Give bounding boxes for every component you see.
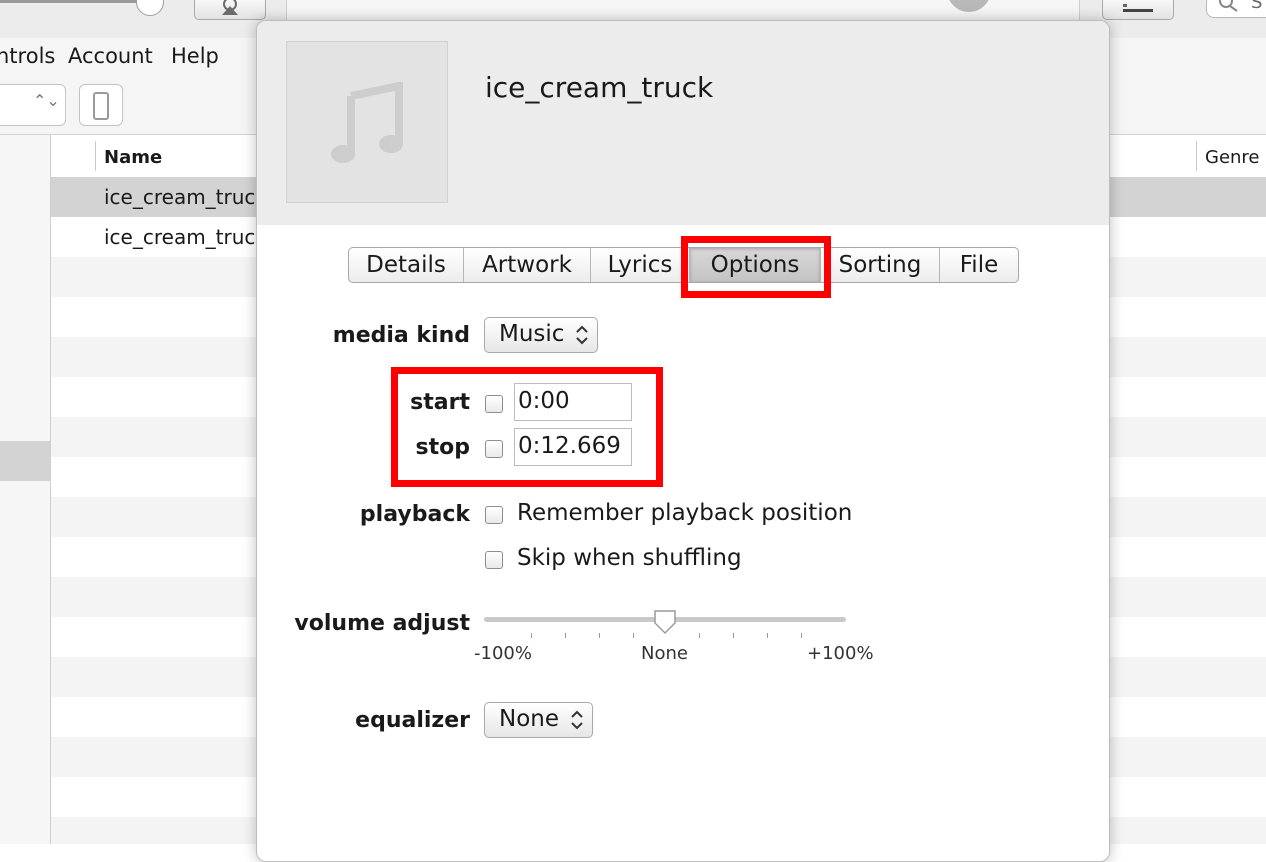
volume-slider-track[interactable] xyxy=(0,0,150,3)
equalizer-value: None xyxy=(499,706,560,732)
tab-lyrics[interactable]: Lyrics xyxy=(591,248,690,282)
airplay-button[interactable] xyxy=(194,0,266,20)
row-name: ice_cream_truck xyxy=(104,185,267,209)
slider-tick xyxy=(801,633,802,638)
lcd-display xyxy=(286,0,1080,20)
tab-sorting[interactable]: Sorting xyxy=(821,248,940,282)
get-info-dialog: ice_cream_truck Details Artwork Lyrics O… xyxy=(256,20,1110,862)
menu-help[interactable]: Help xyxy=(171,44,219,68)
media-kind-select[interactable]: ⌃⌄ xyxy=(0,84,66,126)
slider-tick xyxy=(633,633,634,638)
volume-mid-label: None xyxy=(641,643,688,664)
slider-tick xyxy=(767,633,768,638)
chevron-up-down-icon xyxy=(571,710,583,730)
airplay-icon xyxy=(222,0,238,15)
media-kind-label: media kind xyxy=(332,323,470,348)
playback-label: playback xyxy=(359,502,470,527)
device-button[interactable] xyxy=(79,84,123,126)
remember-position-checkbox[interactable] xyxy=(485,506,503,524)
equalizer-popup[interactable]: None xyxy=(484,702,593,738)
menu-controls[interactable]: ntrols xyxy=(0,44,55,68)
dialog-header: ice_cream_truck xyxy=(257,21,1109,225)
music-note-icon xyxy=(331,82,403,163)
artwork-placeholder[interactable] xyxy=(286,41,448,203)
column-header-name[interactable]: Name xyxy=(104,147,162,168)
options-tab-highlight xyxy=(681,236,831,298)
sidebar-item-selected[interactable] xyxy=(0,441,50,481)
iphone-icon xyxy=(93,92,109,120)
sidebar xyxy=(0,135,51,844)
start-stop-highlight xyxy=(391,367,663,487)
column-divider[interactable] xyxy=(1196,141,1197,171)
volume-slider-knob[interactable] xyxy=(136,0,164,16)
column-divider[interactable] xyxy=(95,141,96,171)
list-icon xyxy=(1123,4,1153,12)
slider-tick xyxy=(599,633,600,638)
volume-adjust-knob[interactable] xyxy=(653,609,677,635)
slider-tick xyxy=(531,633,532,638)
chevron-up-down-icon: ⌃⌄ xyxy=(33,91,60,110)
tab-artwork[interactable]: Artwork xyxy=(464,248,591,282)
tab-file[interactable]: File xyxy=(940,248,1018,282)
skip-shuffling-label[interactable]: Skip when shuffling xyxy=(517,545,742,571)
media-kind-value: Music xyxy=(499,321,565,347)
chevron-up-down-icon xyxy=(576,325,588,345)
song-title: ice_cream_truck xyxy=(485,71,714,104)
search-text: S xyxy=(1251,0,1263,13)
slider-tick xyxy=(733,633,734,638)
volume-adjust-label: volume adjust xyxy=(294,611,470,636)
up-next-button[interactable] xyxy=(1102,0,1174,20)
apple-logo-icon xyxy=(947,0,991,12)
tab-details[interactable]: Details xyxy=(349,248,464,282)
row-name: ice_cream_truck xyxy=(104,225,267,249)
search-icon xyxy=(1219,0,1238,12)
menu-account[interactable]: Account xyxy=(68,44,153,68)
skip-shuffling-checkbox[interactable] xyxy=(485,551,503,569)
media-kind-popup[interactable]: Music xyxy=(484,317,598,353)
remember-position-label[interactable]: Remember playback position xyxy=(517,500,852,526)
slider-tick xyxy=(699,633,700,638)
slider-tick xyxy=(565,633,566,638)
search-input[interactable]: S xyxy=(1206,0,1266,18)
volume-min-label: -100% xyxy=(474,643,532,664)
equalizer-label: equalizer xyxy=(355,708,470,733)
column-header-genre[interactable]: Genre xyxy=(1205,147,1260,168)
volume-max-label: +100% xyxy=(807,643,874,664)
